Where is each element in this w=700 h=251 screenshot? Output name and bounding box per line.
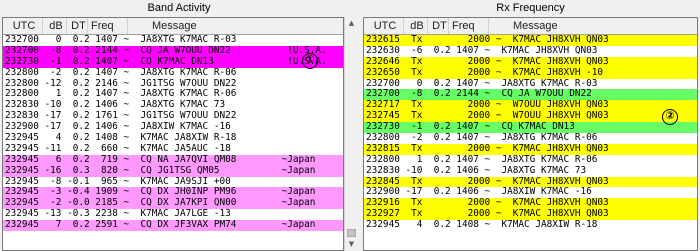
decode-row[interactable]: 232815 Tx 2000 ~ K7MAC JH8XVH QN03: [364, 143, 697, 155]
decode-row[interactable]: 232646 Tx 2000 ~ K7MAC JH8XVH QN03: [364, 56, 697, 68]
annotation-badge-1: ①: [302, 53, 318, 69]
decode-row[interactable]: 232927 Tx 2000 ~ K7MAC JH8XVH QN03: [364, 209, 697, 221]
decode-row[interactable]: 232945 4 0.2 1408 ~ K7MAC JA8XIW R-18: [364, 220, 697, 231]
rx-frequency-title: Rx Frequency: [361, 0, 700, 17]
decode-row[interactable]: 232945 -16 0.3 820 ~ CQ JG1TSG QM05 ~Jap…: [3, 165, 343, 177]
band-activity-title: Band Activity: [0, 0, 358, 17]
decode-row[interactable]: 232630 -6 0.2 1407 ~ K7MAC JH8XVH QN03: [364, 46, 697, 57]
decode-row[interactable]: 232900 -17 0.2 1406 ~ JA8XIW K7MAC -16: [3, 122, 343, 133]
band-activity-pane: Band Activity UTC dB DT Freq Message 232…: [0, 0, 358, 251]
decode-row[interactable]: 232800 -2 0.2 1407 ~ JA8XTG K7MAC R-06: [3, 68, 343, 79]
decode-row[interactable]: 232650 Tx 2000 ~ K7MAC JH8XVH -10: [364, 67, 697, 79]
decode-row[interactable]: 232800 1 0.2 1407 ~ JA8XTG K7MAC R-06: [364, 155, 697, 166]
band-activity-header: UTC dB DT Freq Message: [3, 18, 343, 35]
rx-frequency-list[interactable]: UTC dB DT Freq Message 232615 Tx 2000 ~ …: [363, 17, 698, 251]
column-header-db[interactable]: dB: [43, 18, 67, 34]
rx-frequency-rows: 232615 Tx 2000 ~ K7MAC JH8XVH QN03 23263…: [364, 35, 697, 231]
column-header-utc[interactable]: UTC: [364, 18, 404, 34]
decode-row[interactable]: 232945 -13 -0.3 2238 ~ K7MAC JA7LGE -13: [3, 209, 343, 220]
decode-row[interactable]: 232945 4 0.2 1408 ~ K7MAC JA8XIW R-18: [3, 133, 343, 144]
decode-row[interactable]: 232700 -8 0.2 2144 ~ CQ JA W7OUU DN22: [364, 89, 697, 101]
band-activity-rows: 232700 0 0.2 1407 ~ JA8XTG K7MAC R-03 23…: [3, 35, 343, 232]
scroll-up-icon[interactable]: ▲: [345, 17, 358, 30]
decode-row[interactable]: 232730 -1 0.2 1407 ~ CQ K7MAC DN13: [364, 122, 697, 134]
decode-row[interactable]: 232830 -17 0.2 1761 ~ JG1TSG W7OUU DN22: [3, 111, 343, 122]
decode-row[interactable]: 232945 -11 0.2 660 ~ K7MAC JA5AUC -18: [3, 144, 343, 155]
column-header-message[interactable]: Message: [128, 18, 343, 34]
band-activity-scrollbar[interactable]: ▲ ▼: [344, 17, 358, 251]
rx-frequency-pane: Rx Frequency UTC dB DT Freq Message 2326…: [361, 0, 700, 251]
column-header-db[interactable]: dB: [404, 18, 428, 34]
decode-row[interactable]: 232700 0 0.2 1407 ~ JA8XTG K7MAC R-03: [364, 79, 697, 90]
column-header-message[interactable]: Message: [489, 18, 697, 34]
decode-row[interactable]: 232945 -3 -0.4 1909 ~ CQ DX JH0INP PM96 …: [3, 187, 343, 199]
decode-row[interactable]: 232700 0 0.2 1407 ~ JA8XTG K7MAC R-03: [3, 35, 343, 46]
column-header-dt[interactable]: DT: [67, 18, 88, 34]
column-header-dt[interactable]: DT: [428, 18, 449, 34]
scrollbar-thumb[interactable]: [347, 229, 356, 237]
band-activity-list[interactable]: UTC dB DT Freq Message 232700 0 0.2 1407…: [2, 17, 344, 251]
column-header-utc[interactable]: UTC: [3, 18, 43, 34]
scroll-down-icon[interactable]: ▼: [345, 238, 358, 251]
column-header-freq[interactable]: Freq: [449, 18, 489, 34]
decode-row[interactable]: 232800 1 0.2 1407 ~ JA8XTG K7MAC R-06: [3, 89, 343, 100]
rx-frequency-header: UTC dB DT Freq Message: [364, 18, 697, 35]
annotation-badge-2: ②: [662, 109, 678, 125]
decode-row[interactable]: 232830 -10 0.2 1406 ~ JA8XTG K7MAC 73: [3, 100, 343, 111]
decode-row[interactable]: 232945 -8 -0.1 965 ~ K7MAC JA9SJI +00: [3, 177, 343, 188]
decode-row[interactable]: 232830 -10 0.2 1406 ~ JA8XTG K7MAC 73: [364, 166, 697, 177]
decode-row[interactable]: 232916 Tx 2000 ~ K7MAC JH8XVH QN03: [364, 198, 697, 210]
decode-row[interactable]: 232800 -12 0.2 2146 ~ JG1TSG W7OUU DN22: [3, 79, 343, 90]
decode-row[interactable]: 232700 -8 0.2 2144 ~ CQ JA W7OUU DN22 !U…: [3, 45, 343, 57]
decode-row[interactable]: 232945 -2 -0.0 2185 ~ CQ DX JA7KPI QN00 …: [3, 198, 343, 210]
decode-row[interactable]: 232900 -17 0.2 1406 ~ JA8XIW K7MAC -16: [364, 187, 697, 198]
decode-row[interactable]: 232945 7 0.2 2591 ~ CQ DX JF3VAX PM74 ~J…: [3, 220, 343, 232]
decode-row[interactable]: 232745 Tx 2000 ~ W7OUU JH8XVH QN03: [364, 111, 697, 123]
decode-row[interactable]: 232730 -1 0.2 1407 ~ CQ K7MAC DN13 !U.S.…: [3, 56, 343, 68]
wsjtx-main-window: Band Activity UTC dB DT Freq Message 232…: [0, 0, 700, 251]
decode-row[interactable]: 232615 Tx 2000 ~ K7MAC JH8XVH QN03: [364, 35, 697, 46]
decode-row[interactable]: 232717 Tx 2000 ~ W7OUU JH8XVH QN03: [364, 100, 697, 112]
decode-row[interactable]: 232945 6 0.2 719 ~ CQ NA JA7QVI QM08 ~Ja…: [3, 154, 343, 166]
decode-row[interactable]: 232845 Tx 2000 ~ K7MAC JH8XVH QN03: [364, 176, 697, 188]
column-header-freq[interactable]: Freq: [88, 18, 128, 34]
decode-row[interactable]: 232800 -2 0.2 1407 ~ JA8XTG K7MAC R-06: [364, 133, 697, 144]
